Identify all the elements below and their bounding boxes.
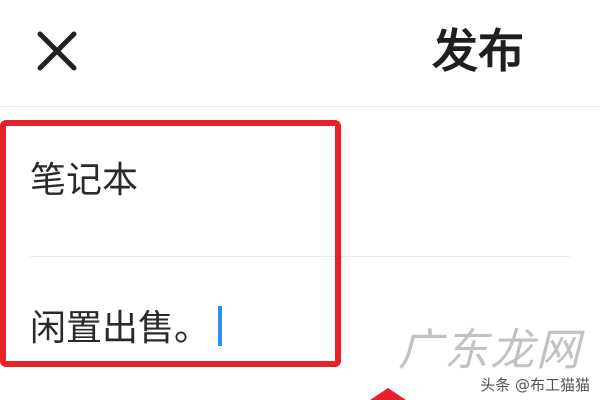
close-icon [37,31,77,71]
top-bar: 发布 [0,0,600,106]
watermark-credit: 头条 @布工猫猫 [480,376,590,394]
field-divider [30,256,570,257]
description-input-value: 闲置出售。 [30,308,211,349]
publish-button[interactable]: 发布 [432,26,524,76]
close-button[interactable] [30,24,84,78]
text-caret [218,306,223,346]
header-divider [0,106,600,107]
title-input[interactable]: 笔记本 [30,158,550,204]
watermark-credit-text: 头条 @布工猫猫 [480,376,590,394]
title-input-value: 笔记本 [30,160,139,201]
description-input[interactable]: 闲置出售。 [30,306,550,352]
annotation-arrow [370,388,406,400]
